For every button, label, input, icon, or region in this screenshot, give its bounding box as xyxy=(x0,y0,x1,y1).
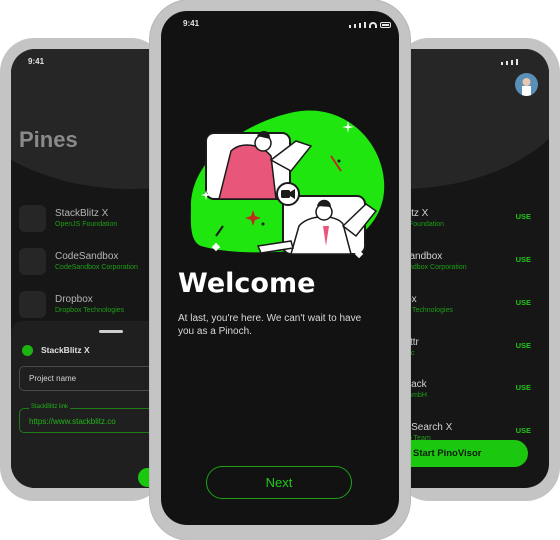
stackblitz-link-label: StackBlitz link xyxy=(29,404,71,410)
header-background xyxy=(11,49,171,189)
center-phone-screen: 9:41 Welcome At last, you're here. We ca… xyxy=(161,11,399,525)
use-button[interactable]: USE xyxy=(516,255,531,264)
sheet-handle[interactable] xyxy=(99,330,123,333)
list-item[interactable]: CodeSandbox CodeSandbox Corporation xyxy=(19,248,169,278)
app-name: StackBlitz X xyxy=(55,208,109,219)
project-name-placeholder: Project name xyxy=(29,374,77,383)
app-name: CodeSandbox xyxy=(55,251,119,262)
app-icon xyxy=(19,291,46,318)
app-name: Dropbox xyxy=(55,294,93,305)
stackblitz-icon xyxy=(22,345,33,356)
app-icon xyxy=(19,205,46,232)
use-button[interactable]: USE xyxy=(516,383,531,392)
start-pinovisor-label: Start PinoVisor xyxy=(413,448,482,459)
list-item[interactable]: StackBlitz X OpenJS Foundation xyxy=(19,205,169,235)
avatar[interactable] xyxy=(515,73,538,96)
stackblitz-link-value: https://www.stackblitz.co xyxy=(29,417,116,426)
status-icons xyxy=(349,22,391,28)
sheet-app-name: StackBlitz X xyxy=(41,345,90,355)
next-button[interactable]: Next xyxy=(206,466,352,499)
status-time: 9:41 xyxy=(183,19,200,28)
list-item[interactable]: Dropbox Dropbox Technologies xyxy=(19,291,169,321)
app-org: CodeSandbox Corporation xyxy=(55,264,138,271)
status-time: 9:41 xyxy=(28,57,45,66)
welcome-title: Welcome xyxy=(178,268,316,299)
project-name-field[interactable]: Project name xyxy=(19,366,171,391)
left-phone-frame: 9:41 Pines StackBlitz X OpenJS Foundatio… xyxy=(0,38,171,501)
app-org: Dropbox Technologies xyxy=(55,307,125,314)
use-button[interactable]: USE xyxy=(516,426,531,435)
next-label: Next xyxy=(265,475,293,490)
stackblitz-link-field[interactable]: StackBlitz link https://www.stackblitz.c… xyxy=(19,404,171,433)
battery-icon xyxy=(380,22,391,28)
wifi-icon xyxy=(369,22,377,28)
use-button[interactable]: USE xyxy=(516,341,531,350)
page-title: Pines xyxy=(19,127,78,152)
use-button[interactable]: USE xyxy=(516,298,531,307)
right-phone-frame: s kBlitz X nJS Foundation USE leSandbox … xyxy=(380,38,560,501)
use-button[interactable]: USE xyxy=(516,212,531,221)
center-phone-frame: 9:41 Welcome At last, you're here. We ca… xyxy=(150,0,410,540)
left-phone-screen: 9:41 Pines StackBlitz X OpenJS Foundatio… xyxy=(11,49,171,488)
bottom-sheet: StackBlitz X Project name StackBlitz lin… xyxy=(11,321,171,488)
app-org: OpenJS Foundation xyxy=(55,221,118,228)
video-call-illustration xyxy=(190,110,385,259)
status-icons xyxy=(501,59,518,65)
welcome-text: At last, you're here. We can't wait to h… xyxy=(178,313,362,337)
app-icon xyxy=(19,248,46,275)
